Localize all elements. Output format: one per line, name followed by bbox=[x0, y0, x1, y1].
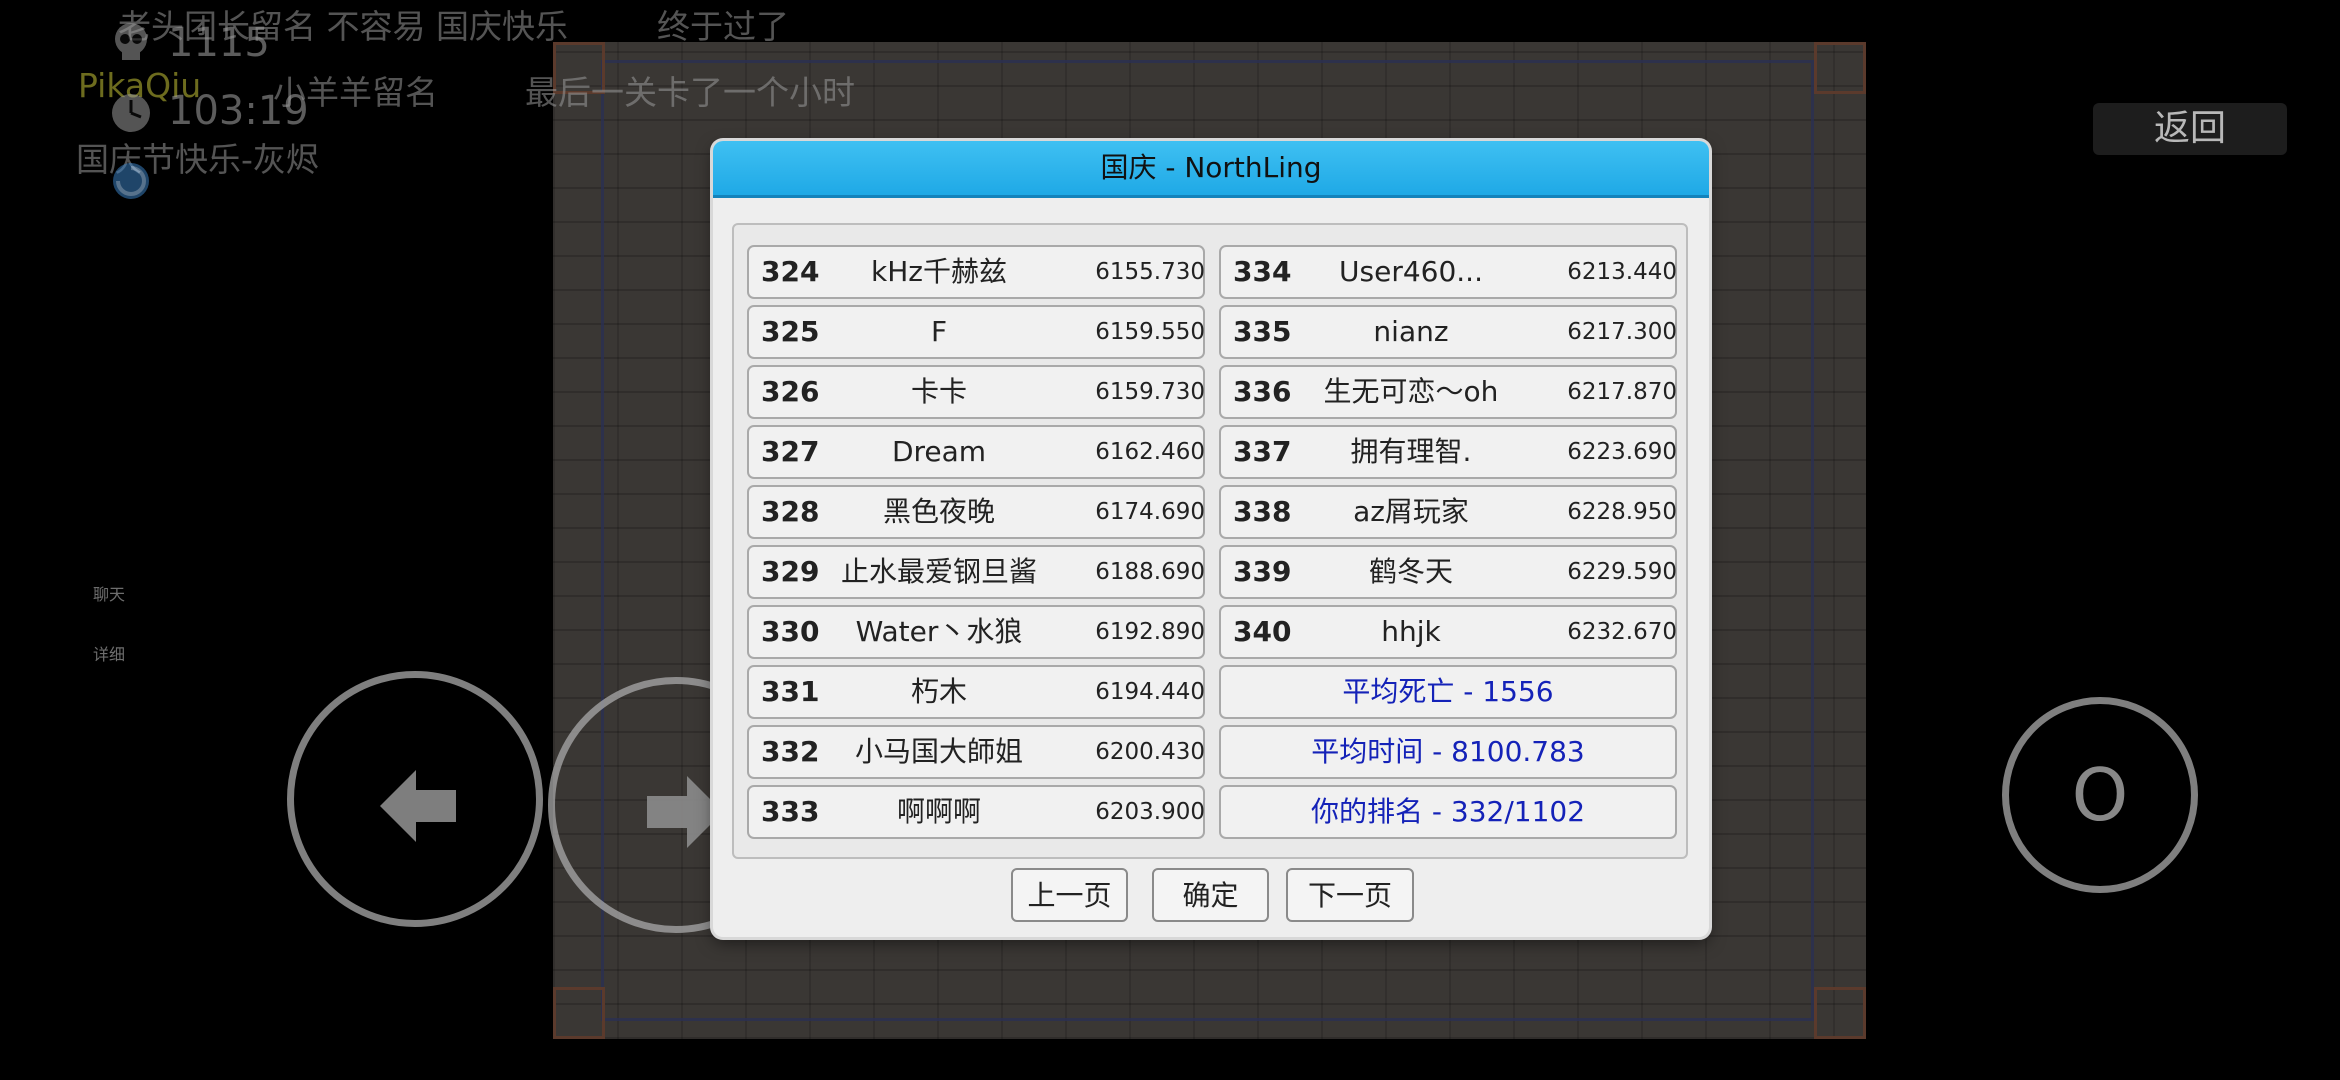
player-name: 小马国大師姐 bbox=[854, 735, 1023, 768]
rank-number: 340 bbox=[1233, 615, 1292, 648]
player-name: 黑色夜晚 bbox=[882, 495, 995, 528]
avg-deaths-row: 平均死亡 - 1556 bbox=[1219, 665, 1677, 719]
avg-deaths: 平均死亡 - 1556 bbox=[1342, 675, 1554, 708]
leaderboard-row: 332 小马国大師姐 6200.430 bbox=[747, 725, 1205, 779]
your-rank: 你的排名 - 332/1102 bbox=[1310, 795, 1586, 828]
back-button[interactable]: 返回 bbox=[2093, 103, 2287, 155]
player-score: 6203.900 bbox=[1095, 799, 1205, 825]
player-name: 拥有理智. bbox=[1350, 435, 1472, 468]
rank-number: 331 bbox=[761, 675, 820, 708]
leaderboard-row: 325 F 6159.550 bbox=[747, 305, 1205, 359]
field-corner bbox=[1814, 987, 1866, 1039]
rank-number: 329 bbox=[761, 555, 820, 588]
leaderboard-dialog: 国庆 - NorthLing 324 kHz千赫兹 6155.730 325 F 6159… bbox=[713, 141, 1709, 937]
player-score: 6228.950 bbox=[1567, 499, 1677, 525]
player-score: 6217.870 bbox=[1567, 379, 1677, 405]
leaderboard-row: 336 生无可恋～oh 6217.870 bbox=[1219, 365, 1677, 419]
move-left-button[interactable] bbox=[287, 671, 543, 927]
leaderboard-row: 340 hhjk 6232.670 bbox=[1219, 605, 1677, 659]
chat-message: 最后一关卡了一个小时 bbox=[525, 73, 855, 112]
leaderboard-row: 331 朽木 6194.440 bbox=[747, 665, 1205, 719]
leaderboard-row: 334 User460... 6213.440 bbox=[1219, 245, 1677, 299]
leaderboard-row: 335 nianz 6217.300 bbox=[1219, 305, 1677, 359]
leaderboard-row: 338 az屑玩家 6228.950 bbox=[1219, 485, 1677, 539]
player-score: 6174.690 bbox=[1095, 499, 1205, 525]
game-screen: 老头团长留名 不容易 国庆快乐 终于过了 PikaQiu 小羊羊留名 最后一关卡… bbox=[0, 0, 2340, 1080]
rank-number: 325 bbox=[761, 315, 820, 348]
player-name: 啊啊啊 bbox=[896, 795, 981, 828]
leaderboard-row: 326 卡卡 6159.730 bbox=[747, 365, 1205, 419]
field-corner bbox=[553, 987, 605, 1039]
leaderboard-row: 324 kHz千赫兹 6155.730 bbox=[747, 245, 1205, 299]
leaderboard-row: 337 拥有理智. 6223.690 bbox=[1219, 425, 1677, 479]
leaderboard-panel: 324 kHz千赫兹 6155.730 325 F 6159.550 326 卡卡 6159.7… bbox=[732, 223, 1688, 859]
player-score: 6188.690 bbox=[1095, 559, 1205, 585]
swirl-icon bbox=[113, 163, 149, 199]
player-score: 6213.440 bbox=[1567, 259, 1677, 285]
rank-number: 324 bbox=[761, 255, 820, 288]
clock-icon bbox=[112, 94, 150, 132]
rank-number: 337 bbox=[1233, 435, 1292, 468]
next-page-button[interactable]: 下一页 bbox=[1286, 868, 1414, 922]
rank-number: 327 bbox=[761, 435, 820, 468]
detail-link[interactable]: 详细 bbox=[93, 641, 125, 665]
player-score: 6217.300 bbox=[1567, 319, 1677, 345]
rank-number: 332 bbox=[761, 735, 820, 768]
player-name: 生无可恋～oh bbox=[1323, 375, 1499, 408]
prev-page-button[interactable]: 上一页 bbox=[1011, 868, 1128, 922]
player-score: 6194.440 bbox=[1095, 679, 1205, 705]
player-name: 卡卡 bbox=[910, 375, 967, 408]
player-score: 6223.690 bbox=[1567, 439, 1677, 465]
player-score: 6155.730 bbox=[1095, 259, 1205, 285]
rank-number: 328 bbox=[761, 495, 820, 528]
player-name: User460... bbox=[1339, 255, 1483, 288]
player-name: kHz千赫兹 bbox=[871, 255, 1007, 288]
player-name: Dream bbox=[891, 435, 987, 468]
player-name: 鹤冬天 bbox=[1368, 555, 1453, 588]
player-name: F bbox=[930, 315, 948, 348]
elapsed-time: 103:19 bbox=[168, 88, 309, 134]
rank-number: 334 bbox=[1233, 255, 1292, 288]
leaderboard-row: 328 黑色夜晚 6174.690 bbox=[747, 485, 1205, 539]
avg-time: 平均时间 - 8100.783 bbox=[1311, 735, 1585, 768]
leaderboard-row: 329 止水最爱钢旦酱 6188.690 bbox=[747, 545, 1205, 599]
avg-time-row: 平均时间 - 8100.783 bbox=[1219, 725, 1677, 779]
left-arrow-icon bbox=[380, 770, 456, 842]
your-rank-row: 你的排名 - 332/1102 bbox=[1219, 785, 1677, 839]
leaderboard-row: 327 Dream 6162.460 bbox=[747, 425, 1205, 479]
rank-number: 326 bbox=[761, 375, 820, 408]
leaderboard-row: 330 Water丶水狼 6192.890 bbox=[747, 605, 1205, 659]
player-score: 6159.550 bbox=[1095, 319, 1205, 345]
player-score: 6200.430 bbox=[1095, 739, 1205, 765]
player-score: 6232.670 bbox=[1567, 619, 1677, 645]
right-arrow-icon bbox=[647, 776, 723, 848]
leaderboard-row: 339 鹤冬天 6229.590 bbox=[1219, 545, 1677, 599]
field-corner bbox=[1814, 42, 1866, 94]
death-count: 1115 bbox=[168, 20, 270, 66]
chat-message: 终于过了 bbox=[657, 7, 789, 46]
player-name: 止水最爱钢旦酱 bbox=[840, 555, 1037, 588]
rank-number: 335 bbox=[1233, 315, 1292, 348]
player-name: az屑玩家 bbox=[1353, 495, 1469, 528]
skull-icon bbox=[115, 23, 147, 60]
player-name: Water丶水狼 bbox=[855, 615, 1023, 648]
dialog-title: 国庆 - NorthLing bbox=[713, 141, 1709, 198]
player-name: hhjk bbox=[1381, 615, 1441, 648]
player-score: 6159.730 bbox=[1095, 379, 1205, 405]
player-name: nianz bbox=[1373, 315, 1449, 348]
player-score: 6162.460 bbox=[1095, 439, 1205, 465]
jump-button[interactable]: O bbox=[2002, 697, 2198, 893]
rank-number: 338 bbox=[1233, 495, 1292, 528]
player-score: 6192.890 bbox=[1095, 619, 1205, 645]
leaderboard-row: 333 啊啊啊 6203.900 bbox=[747, 785, 1205, 839]
rank-number: 336 bbox=[1233, 375, 1292, 408]
chat-link[interactable]: 聊天 bbox=[93, 581, 125, 605]
rank-number: 339 bbox=[1233, 555, 1292, 588]
rank-number: 330 bbox=[761, 615, 820, 648]
player-score: 6229.590 bbox=[1567, 559, 1677, 585]
player-name: 朽木 bbox=[910, 675, 967, 708]
rank-number: 333 bbox=[761, 795, 820, 828]
ok-button[interactable]: 确定 bbox=[1152, 868, 1269, 922]
